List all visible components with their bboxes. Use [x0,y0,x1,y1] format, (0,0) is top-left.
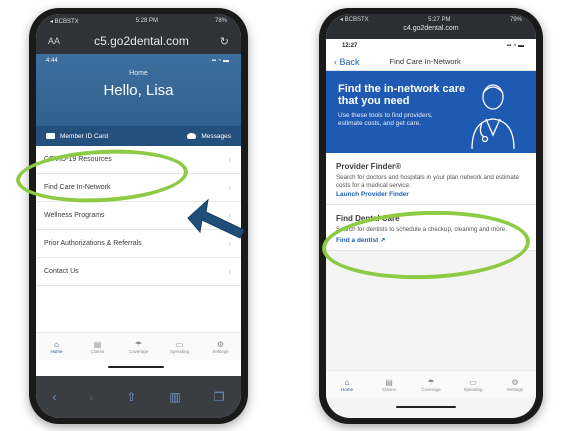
tab-label: Settings [212,348,229,354]
device-status-bar: ◂ BCBSTX 5:28 PM 78% [36,14,241,28]
menu-item-label: COVID-19 Resources [44,156,112,163]
card-title: Find Dental Care [336,214,400,223]
tab-label: Home [340,386,353,392]
right-phone-screen: ◂ BCBSTX 5:27 PM 79% c4.go2dental.com 12… [326,14,536,418]
text-size-button[interactable]: AA [48,36,68,46]
url-address[interactable]: c5.go2dental.com [68,34,215,48]
tab-settings[interactable]: ⚙ Settings [204,340,238,354]
browser-url-bar[interactable]: AA c5.go2dental.com ↻ [36,28,241,54]
hero-subtext: Use these tools to find providers, estim… [338,112,433,127]
greeting: Hello, Lisa [103,82,174,99]
tab-label: Coverage [128,348,149,354]
claims-icon: ▤ [385,377,393,387]
message-icon [187,133,197,139]
tabs-icon[interactable]: ❐ [214,390,225,404]
home-indicator [108,366,164,368]
home-icon: ⌂ [54,339,59,349]
settings-icon: ⚙ [216,339,225,349]
spending-icon: ▭ [175,339,184,349]
member-id-label: Member ID Card [60,132,109,140]
share-icon[interactable]: ⇧ [126,390,136,404]
tab-label: Coverage [421,386,441,392]
device-status-bar: ◂ BCBSTX 5:27 PM 79% [326,14,536,25]
find-dental-care-card[interactable]: Find Dental Care Search for dentists to … [326,205,536,251]
bookmarks-icon[interactable]: ▥ [169,390,180,404]
carrier-label: ◂ BCBSTX [340,17,369,23]
card-title: Provider Finder® [336,162,402,171]
tab-claims[interactable]: ▤ Claims [81,340,115,354]
chevron-right-icon: › [228,183,231,192]
menu-item-label: Wellness Programs [44,212,105,219]
provider-finder-card[interactable]: Provider Finder® Search for doctors and … [326,153,536,205]
id-card-icon [46,133,55,139]
tab-spending[interactable]: ▭ Spending [456,378,490,392]
bottom-tab-bar: ⌂ Home ▤ Claims ☂ Coverage ▭ Spending ⚙ Setti… [326,370,536,398]
hero-heading: Find the in-network care that you need [338,83,466,107]
header-action-bar: Member ID Card Messages [36,126,241,146]
find-a-dentist-link[interactable]: Find a dentist ↗ [336,236,526,244]
menu-item-label: Prior Authorizations & Referrals [44,240,142,247]
reload-icon[interactable]: ↻ [215,35,229,48]
home-indicator [396,406,456,408]
tab-label: Claims [382,386,396,392]
messages-button[interactable]: Messages [187,133,231,140]
tab-label: Spending [169,348,190,354]
battery-level: 78% [214,18,227,24]
battery-level: 79% [509,16,522,23]
bottom-tab-bar: ⌂ Home ▤ Claims ☂ Coverage ▭ Spending ⚙ Setti… [36,332,241,360]
signal-wifi-battery-icon: ▪▪ ◔ ▬ [211,58,229,64]
carrier-label: ◂ BCBSTX [50,18,79,25]
tab-claims[interactable]: ▤ Claims [372,378,406,392]
forward-icon[interactable]: › [89,390,93,404]
app-status-time: 12:27 [342,43,358,49]
browser-toolbar: ‹ › ⇧ ▥ ❐ [36,376,241,418]
signal-wifi-battery-icon: ▪▪ ◔ ▬ [506,43,524,49]
member-id-card-button[interactable]: Member ID Card [46,133,108,140]
app-status-bar: 12:27 ▪▪ ◔ ▬ [326,39,536,53]
right-phone: ◂ BCBSTX 5:27 PM 79% c4.go2dental.com 12… [319,8,543,424]
doctor-illustration-icon [471,84,515,149]
tab-settings[interactable]: ⚙ Settings [498,378,532,392]
chevron-right-icon: › [228,267,231,276]
claims-icon: ▤ [93,339,102,349]
browser-url-bar[interactable]: c4.go2dental.com [326,25,536,39]
home-icon: ⌂ [344,377,350,387]
card-description: Search for dentists to schedule a checku… [336,226,507,233]
launch-provider-finder-link[interactable]: Launch Provider Finder [336,191,526,198]
back-icon[interactable]: ‹ [52,390,56,404]
messages-label: Messages [201,132,231,140]
chevron-right-icon: › [228,155,231,164]
menu-item-label: Contact Us [44,268,79,275]
coverage-icon: ☂ [134,339,143,349]
page-title: Home [129,70,148,77]
card-description: Search for doctors and hospitals in your… [336,174,519,189]
tab-coverage[interactable]: ☂ Coverage [414,378,448,392]
tab-label: Spending [463,386,483,392]
status-time: 5:28 PM [135,18,159,24]
tab-label: Claims [90,348,105,354]
status-time: 5:27 PM [428,16,451,23]
home-header: 4:44 ▪▪ ◔ ▬ Home Hello, Lisa Member ID C… [36,54,241,146]
pointer-arrow-icon [187,198,245,239]
page-title: Find Care In-Network [389,57,461,66]
app-status-time: 4:44 [46,58,58,64]
tab-home[interactable]: ⌂ Home [330,378,364,392]
menu-item-label: Find Care In-Network [44,184,111,191]
spending-icon: ▭ [469,377,477,387]
back-button[interactable]: ‹ Back [334,57,360,67]
tab-spending[interactable]: ▭ Spending [163,340,197,354]
menu-item-covid-resources[interactable]: COVID-19 Resources › [36,146,241,174]
tab-coverage[interactable]: ☂ Coverage [122,340,156,354]
tab-label: Settings [506,386,524,392]
tab-home[interactable]: ⌂ Home [40,340,74,354]
back-label: Back [339,56,360,67]
coverage-icon: ☂ [427,377,435,387]
hero-banner: Find the in-network care that you need U… [326,71,536,153]
settings-icon: ⚙ [511,377,519,387]
nav-bar: ‹ Back Find Care In-Network [326,53,536,71]
tab-label: Home [50,348,63,354]
menu-item-contact-us[interactable]: Contact Us › [36,258,241,286]
